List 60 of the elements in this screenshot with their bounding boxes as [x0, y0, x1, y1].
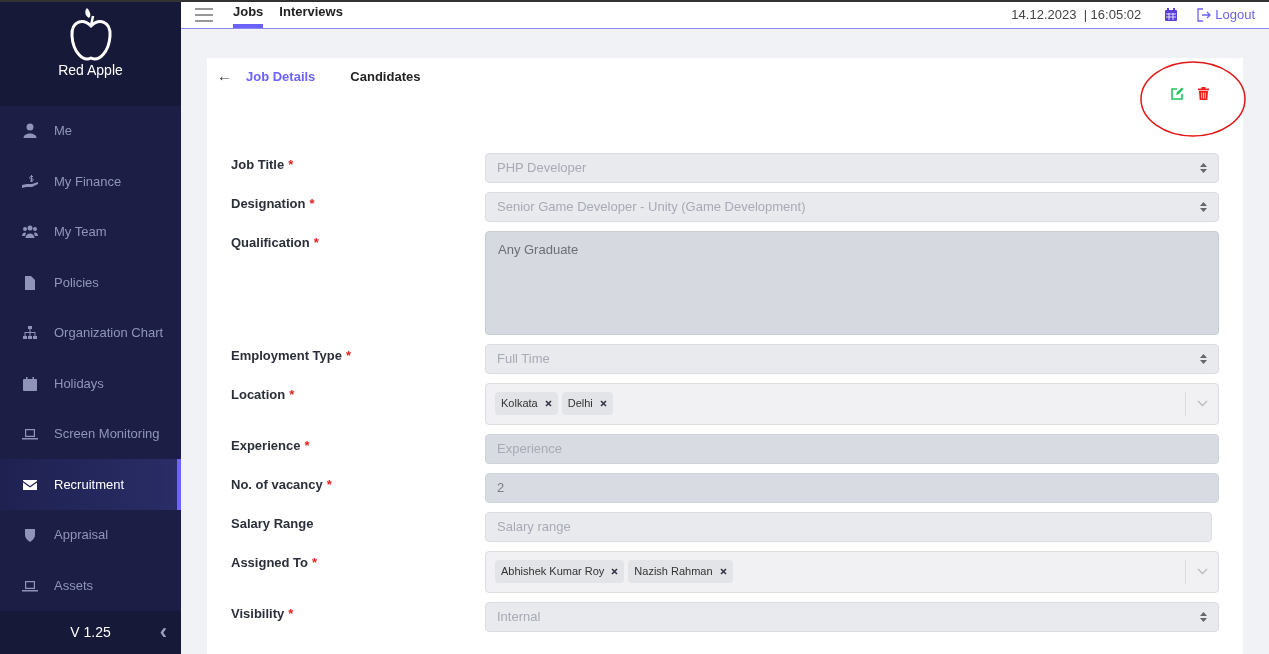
sidebar-item[interactable]: Assets — [0, 560, 181, 611]
back-button[interactable]: ← — [217, 65, 232, 88]
field-label: Job Title * — [231, 155, 295, 174]
menu-icon[interactable] — [195, 7, 213, 22]
sidebar-item[interactable]: Me — [0, 105, 181, 157]
tag-chip[interactable]: Nazish Rahman — [628, 560, 733, 583]
trash-icon[interactable] — [1198, 86, 1209, 100]
multi-select-field[interactable]: Abhishek Kumar Roy Nazish Rahman — [485, 550, 1219, 593]
calendar-icon — [22, 375, 38, 392]
tab[interactable]: Candidates — [350, 66, 421, 87]
chevron-down-icon — [1196, 568, 1208, 575]
shield-icon — [22, 527, 38, 544]
team-icon — [22, 224, 38, 241]
version-label: V 1.25 — [70, 622, 111, 642]
select-arrows-icon — [1200, 353, 1207, 364]
tag-chip[interactable]: Kolkata — [495, 392, 558, 415]
sidebar-item[interactable]: Recruitment — [0, 459, 181, 510]
field-label: Assigned To * — [231, 553, 319, 572]
sidebar-item[interactable]: Appraisal — [0, 509, 181, 561]
input-field[interactable]: Salary range — [485, 511, 1212, 542]
remove-icon[interactable] — [719, 568, 727, 575]
field-label: Qualification * — [231, 233, 320, 252]
field-label: Location * — [231, 385, 296, 404]
remove-icon[interactable] — [544, 400, 552, 407]
field-label: No. of vacancy * — [231, 475, 333, 494]
field-label: Designation * — [231, 194, 316, 213]
sidebar-item[interactable]: Holidays — [0, 358, 181, 409]
field-label: Employment Type * — [231, 346, 353, 365]
brand-name: Red Apple — [58, 61, 123, 80]
date-time: 14.12.2023 | 16:05:02 — [1011, 6, 1142, 24]
logout-icon — [1197, 7, 1212, 22]
sidebar-item[interactable]: Screen Monitoring — [0, 408, 181, 460]
sidebar-item[interactable]: Organization Chart — [0, 307, 181, 359]
field-label: Experience * — [231, 436, 311, 455]
tab[interactable]: Job Details — [246, 66, 316, 87]
multi-select-field[interactable]: Kolkata Delhi — [485, 382, 1219, 425]
sidebar-item[interactable]: Policies — [0, 257, 181, 308]
field-label: Visibility * — [231, 604, 295, 623]
calendar-icon[interactable] — [1165, 8, 1178, 22]
sidebar-item[interactable]: My Finance — [0, 156, 181, 207]
field-label: Salary Range — [231, 514, 315, 533]
logout-link[interactable]: Logout — [1197, 5, 1255, 25]
select-arrows-icon — [1200, 162, 1207, 173]
sidebar-item[interactable]: My Team — [0, 206, 181, 258]
file-icon — [22, 274, 38, 291]
tag-chip[interactable]: Delhi — [561, 392, 613, 415]
laptop-icon — [22, 426, 38, 443]
finance-icon — [22, 173, 38, 190]
remove-icon[interactable] — [611, 568, 619, 575]
nav-tab[interactable]: Jobs — [233, 2, 264, 28]
tag-chip[interactable]: Abhishek Kumar Roy — [495, 560, 625, 583]
chevron-down-icon — [1196, 400, 1208, 407]
text-area[interactable]: Any Graduate — [485, 230, 1219, 335]
collapse-button[interactable]: ‹ — [159, 621, 167, 644]
nav-tab[interactable]: Interviews — [279, 2, 343, 28]
select-arrows-icon — [1200, 611, 1207, 622]
select-arrows-icon — [1200, 201, 1207, 212]
org-icon — [22, 325, 38, 342]
remove-icon[interactable] — [599, 400, 607, 407]
user-icon — [22, 123, 38, 140]
